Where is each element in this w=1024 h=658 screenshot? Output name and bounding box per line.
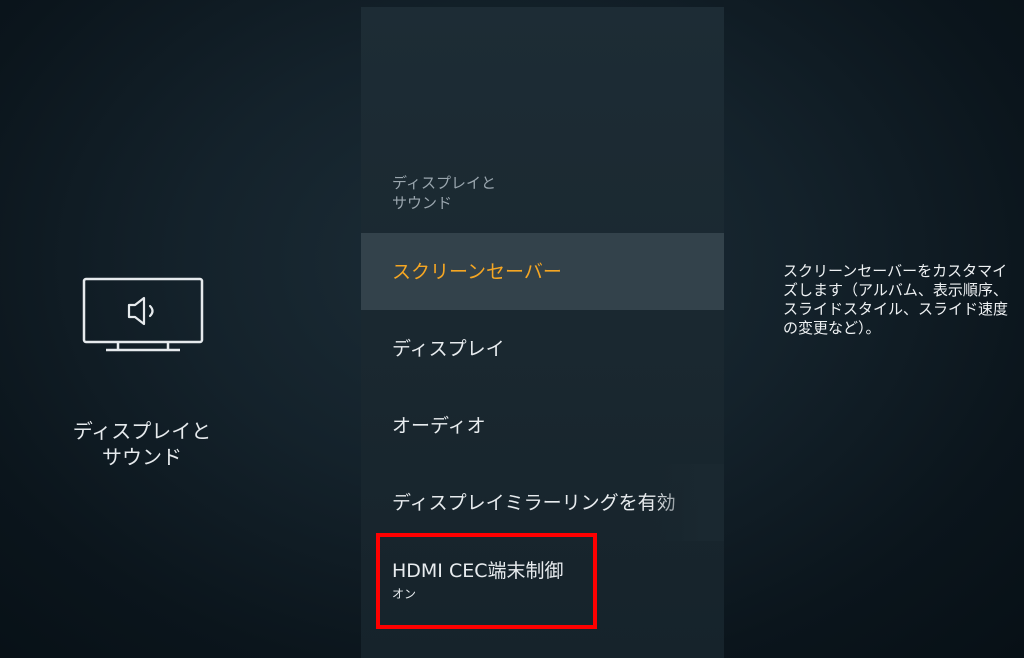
menu-item-display[interactable]: ディスプレイ [361,310,724,387]
menu-item-label: ディスプレイミラーリングを有効 [392,491,676,514]
menu-item-audio[interactable]: オーディオ [361,387,724,464]
menu-item-screensaver[interactable]: スクリーンセーバー [361,233,724,310]
menu-header: ディスプレイと サウンド [392,174,496,212]
item-description: スクリーンセーバーをカスタマイズします（アルバム、表示順序、スライドスタイル、ス… [783,262,1009,337]
menu-item-display-mirroring[interactable]: ディスプレイミラーリングを有効 [361,464,724,541]
menu-item-label: ディスプレイ [392,337,505,360]
menu-item-label: スクリーンセーバー [392,260,562,283]
menu-item-label: オーディオ [392,414,486,437]
category-panel: ディスプレイと サウンド [0,0,361,658]
highlight-annotation-box [376,533,597,629]
tv-speaker-icon [82,277,204,352]
category-title: ディスプレイと サウンド [72,419,212,469]
